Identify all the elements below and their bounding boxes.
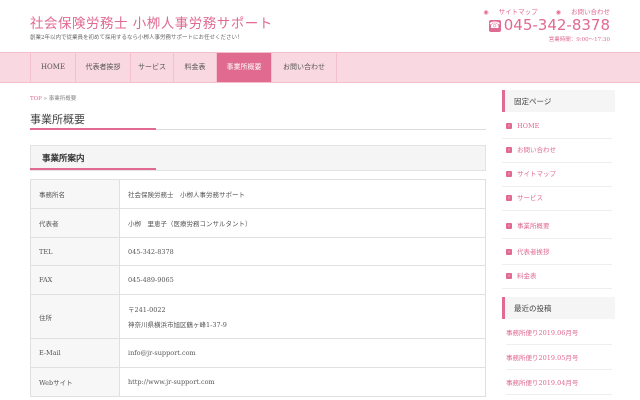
table-row: TEL 045-342-8378 (30, 237, 486, 266)
sidebar-heading-label: 最近の投稿 (514, 304, 552, 313)
nav-item-greeting[interactable]: 代表者挨拶 (76, 53, 131, 82)
row-key: 事務所名 (30, 179, 120, 209)
table-row: 代表者 小栁 里恵子（医療労務コンサルタント） (30, 208, 486, 238)
recent-post-item[interactable]: 事務所便り2019.04月号 (506, 372, 612, 395)
table-row: FAX 045-489-9065 (30, 265, 486, 295)
breadcrumb: TOP » 事業所概要 (30, 94, 76, 102)
chevron-right-icon: › (506, 249, 512, 255)
sidebar-item-greeting[interactable]: › 代表者挨拶 (502, 240, 612, 265)
chevron-right-icon: › (506, 123, 512, 129)
row-key: TEL (30, 237, 120, 266)
site-tagline: 創業2年以内で従業員を初めて採用するなら小栁人事労務サポートにお任せください！ (30, 35, 243, 41)
table-row: 住所 〒241-0022 神奈川県横浜市旭区鶴ヶ峰1-37-9 (30, 294, 486, 339)
row-key: Webサイト (30, 367, 120, 397)
row-value[interactable]: http://www.jr-support.com (119, 367, 486, 397)
row-key: E-Mail (30, 338, 120, 368)
row-key: 住所 (30, 294, 120, 339)
section-title: 事業所案内 (42, 154, 85, 164)
nav-item-office[interactable]: 事業所概要 (217, 53, 272, 82)
breadcrumb-current: 事業所概要 (48, 96, 77, 102)
sidebar-item-contact[interactable]: › お問い合わせ (502, 138, 612, 163)
chevron-right-icon: › (506, 171, 512, 177)
nav-item-pricing[interactable]: 料金表 (174, 53, 217, 82)
row-key: 代表者 (30, 208, 120, 238)
top-links: ◉ サイトマップ ◉ お問い合わせ (467, 6, 610, 16)
section-accent (30, 168, 156, 170)
office-info-table: 事務所名 社会保険労務士 小栁人事労務サポート 代表者 小栁 里恵子（医療労務コ… (30, 179, 486, 397)
sidebar-heading-recent: 最近の投稿 (502, 297, 615, 319)
recent-post-item[interactable]: 事務所便り2019.06月号 (506, 322, 612, 345)
top-link-contact[interactable]: ◉ お問い合わせ (548, 8, 610, 16)
sidebar-item-home[interactable]: › HOME (502, 114, 612, 139)
postal-code: 〒241-0022 (128, 306, 166, 314)
table-row: E-Mail info@jr-support.com (30, 338, 486, 368)
page-title: 事業所概要 (30, 113, 85, 126)
title-divider-accent (30, 128, 156, 130)
circle-chevron-icon: ◉ (555, 9, 561, 16)
top-link-sitemap[interactable]: ◉ サイトマップ (475, 8, 537, 16)
sidebar-heading-fixed: 固定ページ (502, 90, 615, 112)
nav-item-home[interactable]: HOME (30, 53, 76, 82)
sidebar-item-pricing[interactable]: › 料金表 (502, 264, 612, 289)
nav-item-contact[interactable]: お問い合わせ (272, 53, 337, 82)
address-line: 神奈川県横浜市旭区鶴ヶ峰1-37-9 (128, 321, 227, 329)
phone-icon: ☎ (488, 20, 501, 32)
chevron-right-icon: › (506, 223, 512, 229)
recent-post-item[interactable]: 事務所便り2019.05月号 (506, 347, 612, 370)
nav-item-service[interactable]: サービス (131, 53, 174, 82)
sidebar-heading-label: 固定ページ (514, 97, 552, 106)
business-hours: 営業時間：9:00～17:30 (548, 37, 610, 43)
row-key: FAX (30, 265, 120, 295)
table-row: 事務所名 社会保険労務士 小栁人事労務サポート (30, 179, 486, 209)
chevron-right-icon: › (506, 195, 512, 201)
row-value: 小栁 里恵子（医療労務コンサルタント） (119, 208, 486, 238)
phone-number[interactable]: ☎ 045-342-8378 (488, 16, 610, 34)
breadcrumb-separator: » (43, 96, 48, 102)
breadcrumb-home[interactable]: TOP (30, 96, 42, 102)
chevron-right-icon: › (506, 147, 512, 153)
circle-chevron-icon: ◉ (483, 9, 489, 16)
sidebar-item-office[interactable]: › 事業所概要 (502, 214, 612, 239)
row-value: 〒241-0022 神奈川県横浜市旭区鶴ヶ峰1-37-9 (119, 294, 486, 339)
sidebar-item-service[interactable]: › サービス (502, 186, 612, 211)
site-title[interactable]: 社会保険労務士 小栁人事労務サポート (30, 12, 273, 32)
row-value: 045-342-8378 (119, 237, 486, 266)
chevron-right-icon: › (506, 273, 512, 279)
row-value: 社会保険労務士 小栁人事労務サポート (119, 179, 486, 209)
table-row: Webサイト http://www.jr-support.com (30, 367, 486, 397)
sidebar-item-sitemap[interactable]: › サイトマップ (502, 162, 612, 187)
row-value: 045-489-9065 (119, 265, 486, 295)
row-value[interactable]: info@jr-support.com (119, 338, 486, 368)
main-nav: HOME 代表者挨拶 サービス 料金表 事業所概要 お問い合わせ (0, 52, 640, 83)
